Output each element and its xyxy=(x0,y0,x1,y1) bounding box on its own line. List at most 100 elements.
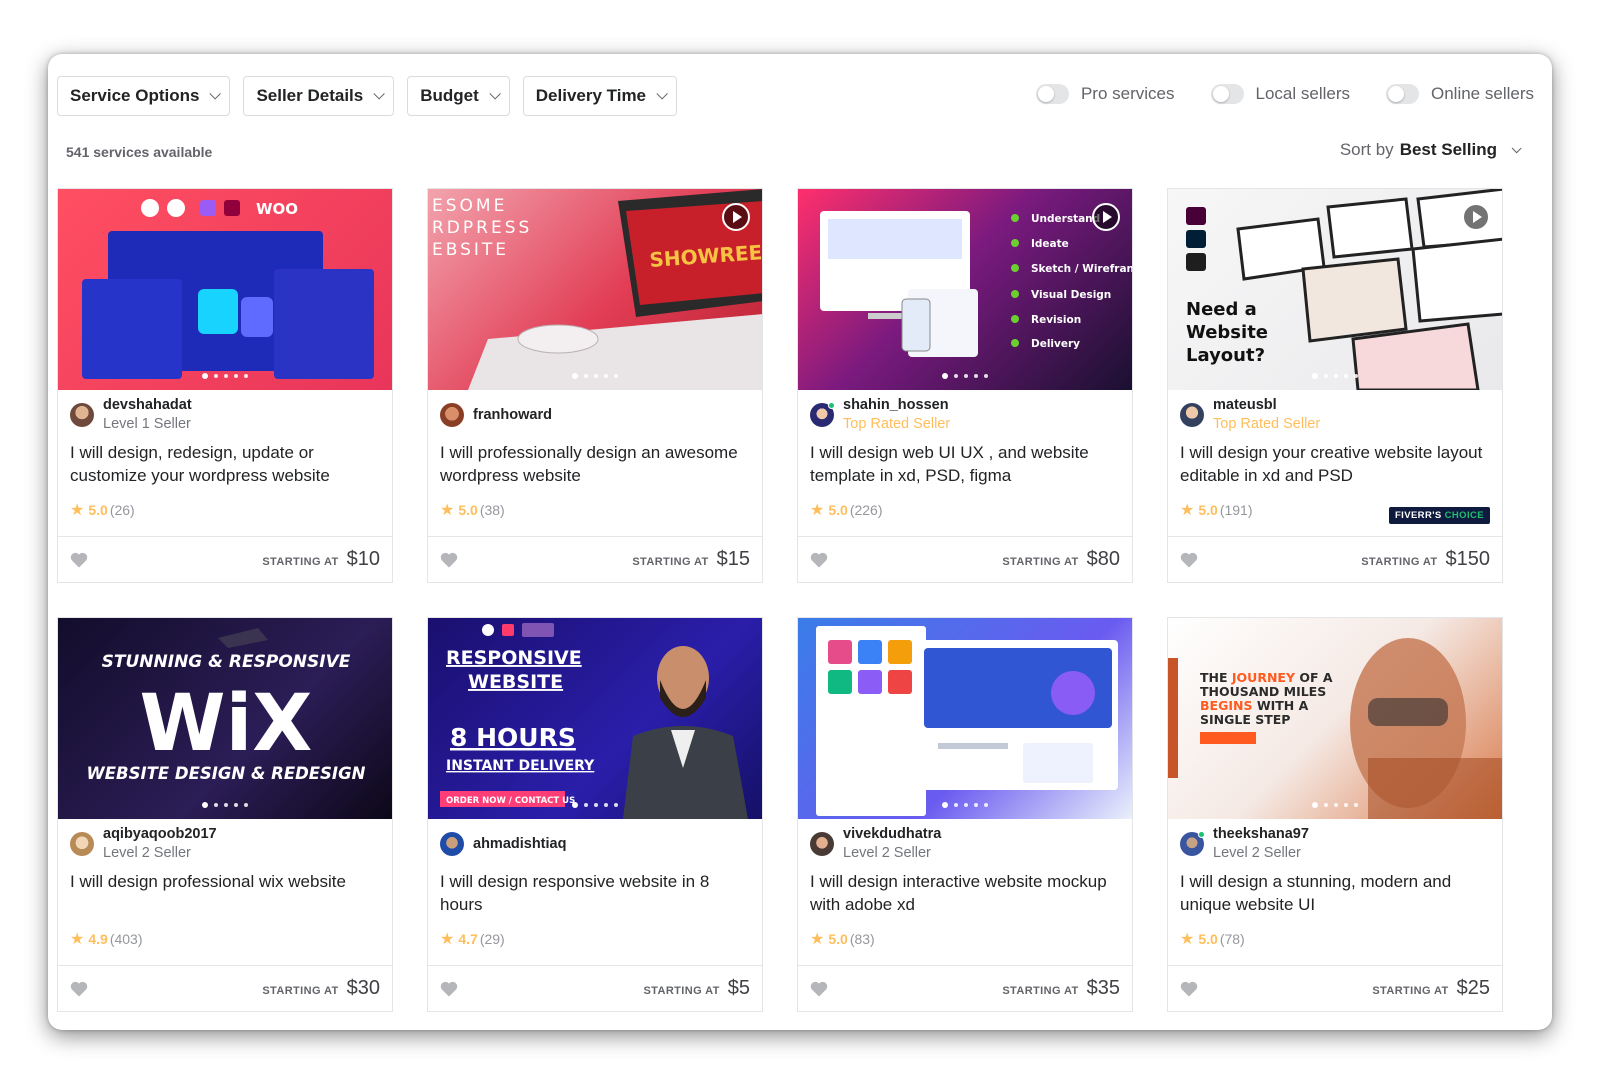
gig-title[interactable]: I will professionally design an awesome … xyxy=(428,441,762,497)
gig-title[interactable]: I will design professional wix website xyxy=(58,870,392,926)
gig-card[interactable]: Understand Ideate Sketch / Wirefran Visu… xyxy=(797,188,1133,583)
toggle-online-sellers[interactable]: Online sellers xyxy=(1386,84,1534,104)
play-icon[interactable] xyxy=(1462,203,1490,231)
price-value: $25 xyxy=(1456,977,1490,999)
heart-icon[interactable] xyxy=(810,981,828,997)
gig-card[interactable]: STUNNING & RESPONSIVE WiX WEBSITE DESIGN… xyxy=(57,617,393,1012)
svg-text:BEGINS WITH A: BEGINS WITH A xyxy=(1200,698,1309,713)
seller-info: theekshana97 Level 2 Seller xyxy=(1168,819,1502,869)
toggle-pro-services[interactable]: Pro services xyxy=(1035,84,1175,104)
seller-name[interactable]: franhoward xyxy=(473,406,552,425)
switch[interactable] xyxy=(1386,84,1419,104)
heart-icon[interactable] xyxy=(1180,981,1198,997)
gig-thumbnail[interactable] xyxy=(798,618,1132,819)
carousel-dots[interactable] xyxy=(942,373,988,379)
seller-name[interactable]: vivekdudhatra xyxy=(843,825,941,844)
seller-name[interactable]: mateusbl xyxy=(1213,396,1320,415)
gig-price[interactable]: STARTING AT $15 xyxy=(632,548,750,571)
gig-price[interactable]: STARTING AT $5 xyxy=(643,977,750,1000)
seller-info: mateusbl Top Rated Seller xyxy=(1168,390,1502,440)
heart-icon[interactable] xyxy=(440,552,458,568)
gig-title[interactable]: I will design your creative website layo… xyxy=(1168,441,1502,497)
gig-thumbnail[interactable]: THE JOURNEY OF A THOUSAND MILES BEGINS W… xyxy=(1168,618,1502,819)
gig-price[interactable]: STARTING AT $35 xyxy=(1002,977,1120,1000)
gig-title[interactable]: I will design interactive website mockup… xyxy=(798,870,1132,926)
gig-thumbnail[interactable]: WOO xyxy=(58,189,392,390)
gig-footer: STARTING AT $15 xyxy=(428,536,762,582)
toggle-label: Local sellers xyxy=(1255,84,1351,103)
gig-price[interactable]: STARTING AT $80 xyxy=(1002,548,1120,571)
gig-thumbnail[interactable]: RESPONSIVE WEBSITE 8 HOURS INSTANT DELIV… xyxy=(428,618,762,819)
carousel-dots[interactable] xyxy=(202,802,248,808)
gig-title[interactable]: I will design a stunning, modern and uni… xyxy=(1168,870,1502,926)
heart-icon[interactable] xyxy=(440,981,458,997)
carousel-dots[interactable] xyxy=(1312,373,1358,379)
gig-title[interactable]: I will design web UI UX , and website te… xyxy=(798,441,1132,497)
switch[interactable] xyxy=(1210,84,1244,104)
filter-label: Seller Details xyxy=(256,86,364,105)
thumb-text: WEBSITE DESIGN & REDESIGN xyxy=(87,764,366,783)
gig-thumbnail[interactable]: Need a Website Layout? xyxy=(1168,189,1502,390)
gig-price[interactable]: STARTING AT $25 xyxy=(1372,977,1490,1000)
gig-thumbnail[interactable]: ESOME RDPRESS EBSITE SHOWREEL 2 xyxy=(428,189,762,390)
gig-price[interactable]: STARTING AT $10 xyxy=(262,548,380,571)
avatar[interactable] xyxy=(440,832,464,856)
thumb-text: WiX xyxy=(140,679,313,769)
avatar[interactable] xyxy=(1180,403,1204,427)
gig-price[interactable]: STARTING AT $150 xyxy=(1361,548,1490,571)
heart-icon[interactable] xyxy=(810,552,828,568)
avatar[interactable] xyxy=(1180,831,1205,856)
sort-dropdown[interactable]: Sort by Best Selling xyxy=(1340,140,1522,160)
switch-knob xyxy=(1388,86,1404,102)
heart-icon[interactable] xyxy=(70,981,88,997)
gig-title[interactable]: I will design responsive website in 8 ho… xyxy=(428,870,762,926)
seller-info: ahmadishtiaq xyxy=(428,819,762,869)
gig-card[interactable]: THE JOURNEY OF A THOUSAND MILES BEGINS W… xyxy=(1167,617,1503,1012)
play-icon[interactable] xyxy=(1092,203,1120,231)
gig-rating: ★ 4.7 (29) xyxy=(428,928,762,950)
heart-icon[interactable] xyxy=(70,552,88,568)
avatar[interactable] xyxy=(810,402,835,427)
gig-thumbnail[interactable]: Understand Ideate Sketch / Wirefran Visu… xyxy=(798,189,1132,390)
gig-thumbnail[interactable]: STUNNING & RESPONSIVE WiX WEBSITE DESIGN… xyxy=(58,618,392,819)
avatar[interactable] xyxy=(810,832,834,856)
carousel-dots[interactable] xyxy=(202,373,248,379)
carousel-dots[interactable] xyxy=(572,373,618,379)
thumb-text: WEBSITE xyxy=(468,671,563,693)
seller-name[interactable]: shahin_hossen xyxy=(843,396,950,415)
carousel-dots[interactable] xyxy=(572,802,618,808)
avatar[interactable] xyxy=(70,832,94,856)
avatar[interactable] xyxy=(440,403,464,427)
gig-card[interactable]: WOO devshahadat Level 1 Seller I will de… xyxy=(57,188,393,583)
thumb-text: Understand xyxy=(1031,213,1100,225)
thumb-text: ORDER NOW / CONTACT US xyxy=(446,796,575,806)
gig-card[interactable]: ESOME RDPRESS EBSITE SHOWREEL 2 franhowa… xyxy=(427,188,763,583)
play-icon[interactable] xyxy=(722,203,750,231)
seller-name[interactable]: theekshana97 xyxy=(1213,825,1309,844)
switch[interactable] xyxy=(1035,84,1069,104)
gig-footer: STARTING AT $80 xyxy=(798,536,1132,582)
filter-seller-details[interactable]: Seller Details xyxy=(243,76,395,116)
gig-card[interactable]: RESPONSIVE WEBSITE 8 HOURS INSTANT DELIV… xyxy=(427,617,763,1012)
filter-budget[interactable]: Budget xyxy=(407,76,510,116)
thumb-text: BEGINS xyxy=(1200,698,1252,713)
thumb-text: EBSITE xyxy=(432,240,509,260)
carousel-dots[interactable] xyxy=(1312,802,1358,808)
toggle-local-sellers[interactable]: Local sellers xyxy=(1210,84,1351,104)
gig-title[interactable]: I will design, redesign, update or custo… xyxy=(58,441,392,497)
gig-card[interactable]: vivekdudhatra Level 2 Seller I will desi… xyxy=(797,617,1133,1012)
gig-rating: ★ 5.0 (83) xyxy=(798,928,1132,950)
rating-score: 5.0 xyxy=(828,931,848,947)
filter-delivery-time[interactable]: Delivery Time xyxy=(522,76,678,116)
star-icon: ★ xyxy=(70,502,85,519)
heart-icon[interactable] xyxy=(1180,552,1198,568)
star-icon: ★ xyxy=(1180,502,1195,519)
avatar[interactable] xyxy=(70,403,94,427)
carousel-dots[interactable] xyxy=(942,802,988,808)
filter-service-options[interactable]: Service Options xyxy=(57,76,231,116)
seller-name[interactable]: devshahadat xyxy=(103,396,192,415)
gig-card[interactable]: Need a Website Layout? mateusbl Top Rate… xyxy=(1167,188,1503,583)
gig-price[interactable]: STARTING AT $30 xyxy=(262,977,380,1000)
seller-name[interactable]: aqibyaqoob2017 xyxy=(103,825,217,844)
seller-name[interactable]: ahmadishtiaq xyxy=(473,835,566,854)
